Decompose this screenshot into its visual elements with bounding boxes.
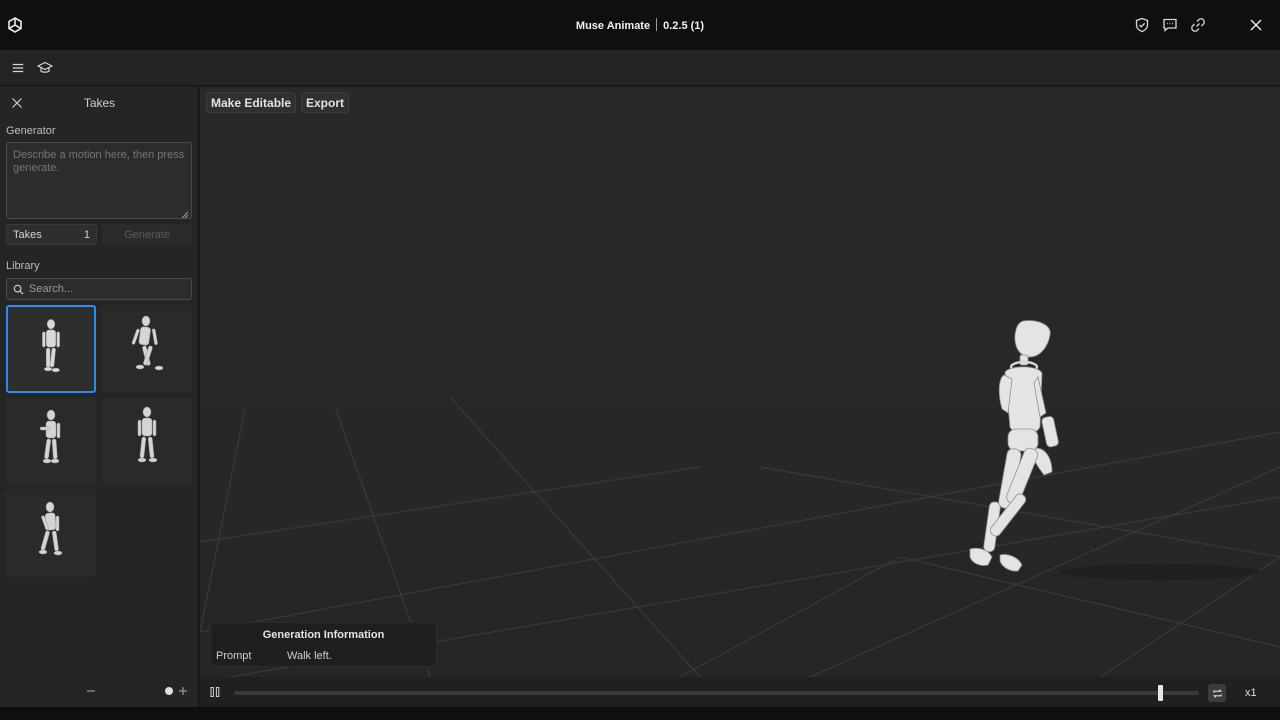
timeline-track[interactable] bbox=[234, 691, 1199, 695]
library-item[interactable] bbox=[102, 305, 192, 393]
3d-viewport[interactable]: Make Editable Export Generation Informat… bbox=[200, 87, 1280, 677]
generation-info-title: Generation Information bbox=[262, 629, 385, 641]
feedback-icon[interactable] bbox=[1156, 15, 1184, 35]
walk-animation-thumbnail bbox=[137, 406, 158, 463]
app-toolbar bbox=[0, 50, 1280, 86]
thumbnail-size-slider[interactable] bbox=[86, 685, 191, 697]
3d-character-model bbox=[969, 320, 1059, 572]
library-item[interactable] bbox=[6, 489, 96, 577]
takes-panel: Takes Generator Takes 1 Generate Library bbox=[0, 87, 199, 707]
walk-animation-thumbnail bbox=[42, 319, 60, 373]
walk-animation-thumbnail bbox=[131, 315, 164, 371]
slider-handle bbox=[165, 687, 173, 695]
generate-button[interactable]: Generate bbox=[102, 224, 192, 245]
takes-value: 1 bbox=[83, 228, 90, 241]
bottom-edge bbox=[0, 707, 1280, 720]
export-button[interactable]: Export bbox=[301, 92, 350, 113]
shield-check-icon[interactable] bbox=[1128, 15, 1156, 35]
link-icon[interactable] bbox=[1184, 15, 1212, 35]
walk-animation-thumbnail bbox=[39, 409, 61, 464]
library-item[interactable] bbox=[102, 397, 192, 485]
library-search[interactable] bbox=[6, 278, 192, 300]
panel-title: Takes bbox=[83, 96, 116, 110]
title-bar: Muse Animate 0.2.5 (1) bbox=[0, 0, 1280, 50]
prompt-key: Prompt bbox=[216, 650, 252, 662]
pause-icon[interactable] bbox=[209, 686, 221, 698]
takes-label: Takes bbox=[13, 228, 42, 241]
takes-count-field[interactable]: Takes 1 bbox=[6, 224, 97, 245]
window-title: Muse Animate 0.2.5 (1) bbox=[0, 18, 1280, 32]
motion-prompt-input[interactable] bbox=[6, 142, 192, 219]
close-window-icon[interactable] bbox=[1242, 15, 1270, 35]
app-name: Muse Animate bbox=[575, 20, 651, 32]
title-separator bbox=[656, 18, 658, 31]
search-icon bbox=[13, 284, 24, 295]
zoom-in-icon bbox=[179, 687, 187, 695]
playback-speed[interactable]: x1 bbox=[1245, 687, 1257, 699]
app-version: 0.2.5 (1) bbox=[663, 20, 705, 32]
playback-bar: x1 bbox=[200, 677, 1280, 707]
make-editable-button[interactable]: Make Editable bbox=[206, 92, 297, 113]
scene-floor-grid bbox=[200, 87, 1280, 677]
resize-grip-icon[interactable] bbox=[180, 208, 189, 219]
library-item[interactable] bbox=[6, 305, 96, 393]
walk-animation-thumbnail bbox=[38, 501, 63, 556]
generation-info-panel: Generation Information Prompt Walk left. bbox=[210, 622, 437, 667]
panel-header: Takes bbox=[0, 87, 198, 119]
library-item[interactable] bbox=[6, 397, 96, 485]
timeline-scrubber[interactable] bbox=[1158, 685, 1164, 701]
tutorial-cap-icon[interactable] bbox=[35, 58, 55, 78]
prompt-value: Walk left. bbox=[287, 650, 332, 662]
generator-label: Generator bbox=[6, 125, 56, 137]
library-label: Library bbox=[6, 260, 40, 272]
search-input[interactable] bbox=[29, 283, 179, 295]
menu-icon[interactable] bbox=[8, 58, 28, 78]
loop-icon[interactable] bbox=[1208, 684, 1226, 702]
